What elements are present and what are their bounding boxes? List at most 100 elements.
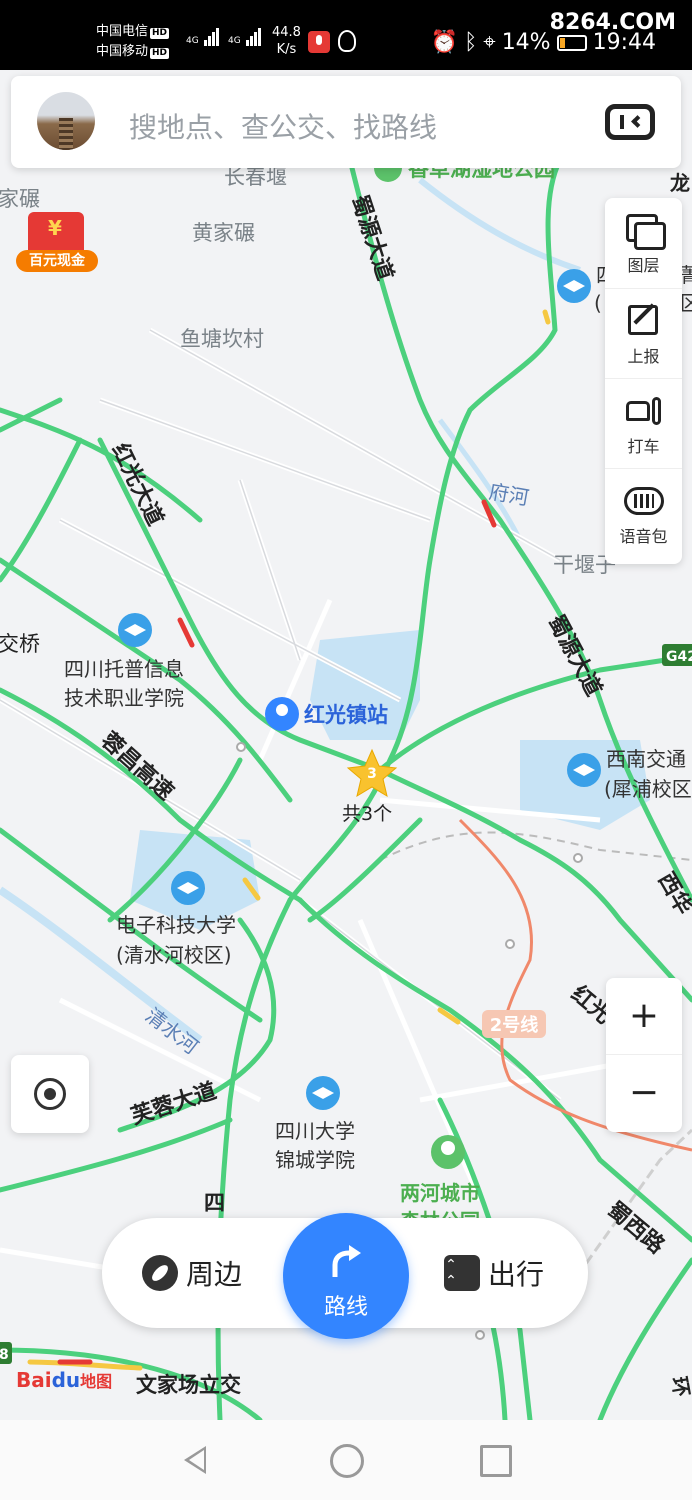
- label-school: 四川大学: [275, 1119, 355, 1143]
- metro-stop: [505, 939, 515, 949]
- status-right: ⏰ ᛒ ⌖ 14% 19:44: [431, 30, 656, 56]
- label-school: (: [594, 291, 602, 315]
- left-shield-label: 8: [0, 1347, 9, 1363]
- poi-school-icon[interactable]: [557, 269, 591, 303]
- metro-stop: [236, 742, 246, 752]
- net-type-1: 4G: [186, 36, 199, 46]
- hd-badge-2: HD: [150, 48, 170, 59]
- label-school: 技术职业学院: [64, 686, 184, 710]
- speed-unit: K/s: [276, 42, 297, 57]
- highway-shield-left: 8: [0, 1342, 12, 1364]
- voice-pack-button[interactable]: 语音包: [605, 468, 682, 559]
- qq-icon: [338, 30, 356, 52]
- signal-1: 4G: [186, 28, 220, 46]
- poi-school-icon[interactable]: [567, 753, 601, 787]
- metro-line-label: 2号线: [490, 1014, 539, 1036]
- hd-badge-1: HD: [150, 28, 170, 39]
- map-tool-panel: 图层 上报 打车 语音包: [605, 198, 682, 564]
- taxi-icon: [624, 393, 664, 429]
- compass-icon: [142, 1255, 178, 1291]
- taxi-label: 打车: [627, 437, 660, 456]
- poi-school-icon[interactable]: [306, 1076, 340, 1110]
- speed-value: 44.8: [272, 25, 301, 40]
- layers-label: 图层: [627, 256, 660, 275]
- label-road: 环: [667, 1375, 692, 1399]
- logo-map: 地图: [80, 1372, 113, 1391]
- carrier-1: 中国电信: [96, 24, 149, 39]
- nearby-label: 周边: [186, 1258, 243, 1291]
- label-school: (清水河校区): [116, 943, 232, 967]
- label-cluster: 共3个: [342, 803, 392, 825]
- zoom-control: + −: [606, 978, 682, 1132]
- voice-pack-label: 语音包: [619, 527, 668, 546]
- system-nav-bar: [0, 1420, 692, 1500]
- turn-right-arrow-icon: [332, 1245, 361, 1277]
- layers-button[interactable]: 图层: [605, 198, 682, 288]
- label-school: 锦城学院: [275, 1148, 355, 1172]
- baidu-map-logo: Baidu地图: [16, 1368, 112, 1392]
- battery-icon: [556, 35, 587, 51]
- label-school: 电子科技大学: [116, 913, 236, 937]
- poi-school-icon[interactable]: [118, 613, 152, 647]
- station-icon[interactable]: [265, 697, 299, 731]
- label-school: 四川托普信息: [64, 657, 184, 681]
- label-place: 鱼塘坎村: [180, 327, 264, 351]
- report-label: 上报: [627, 347, 660, 366]
- label-place: 交桥: [0, 632, 40, 656]
- label-place: 文家场立交: [136, 1373, 241, 1397]
- zoom-in-button[interactable]: +: [606, 978, 682, 1055]
- nearby-button[interactable]: 周边: [142, 1250, 242, 1296]
- label-place: 黄家碾: [192, 221, 255, 245]
- net-speed: 44.8 K/s: [272, 24, 301, 58]
- avatar[interactable]: [37, 92, 95, 150]
- zoom-out-button[interactable]: −: [606, 1055, 682, 1131]
- route-button[interactable]: 路线: [283, 1213, 409, 1339]
- label-road: 四: [204, 1191, 225, 1215]
- travel-button[interactable]: 出行: [444, 1250, 544, 1296]
- alarm-icon: ⏰: [430, 30, 459, 55]
- voice-assistant-icon[interactable]: [605, 104, 655, 140]
- bluetooth-icon: ᛒ: [464, 30, 478, 55]
- recent-apps-icon[interactable]: [480, 1445, 512, 1477]
- poi-park-icon[interactable]: [431, 1135, 465, 1169]
- highway-shield: G42: [662, 644, 692, 666]
- layers-icon: [624, 212, 666, 250]
- cash-promo-button[interactable]: 百元现金: [16, 204, 98, 272]
- report-button[interactable]: 上报: [605, 288, 682, 379]
- home-icon[interactable]: [330, 1444, 364, 1478]
- route-label: 路线: [323, 1295, 368, 1320]
- clock: 19:44: [592, 30, 656, 55]
- travel-label: 出行: [488, 1258, 545, 1291]
- carrier-info: 中国电信 HD 中国移动 HD: [96, 22, 170, 62]
- signal-bars-icon: [203, 28, 220, 46]
- battery-percent: 14%: [501, 30, 551, 55]
- signal-2: 4G: [228, 28, 262, 46]
- metro-stop: [573, 853, 583, 863]
- search-input[interactable]: 搜地点、查公交、找路线: [129, 106, 437, 146]
- logo-bai: Bai: [16, 1368, 52, 1392]
- metro-stop: [475, 1330, 485, 1340]
- promo-label: 百元现金: [16, 250, 98, 272]
- highway-shield-label: G42: [666, 649, 692, 665]
- location-icon: ⌖: [483, 30, 496, 55]
- back-icon[interactable]: [184, 1446, 206, 1474]
- net-type-2: 4G: [228, 36, 241, 46]
- edit-icon: [624, 303, 664, 339]
- label-school: 西南交通: [606, 747, 686, 771]
- travel-icon: [444, 1255, 480, 1291]
- carrier-2: 中国移动: [96, 44, 149, 59]
- locate-me-button[interactable]: [11, 1055, 89, 1133]
- poi-school-icon[interactable]: [171, 871, 205, 905]
- label-school: (犀浦校区: [604, 777, 692, 801]
- label-station: 红光镇站: [304, 703, 388, 727]
- label-road: 龙: [670, 171, 690, 195]
- search-bar[interactable]: 搜地点、查公交、找路线: [11, 76, 681, 168]
- label-park: 两河城市: [400, 1181, 480, 1205]
- taxi-button[interactable]: 打车: [605, 378, 682, 469]
- status-bar: 中国电信 HD 中国移动 HD 4G 4G 44.8 K/s 8264.COM ⏰ …: [0, 0, 692, 70]
- signal-bars-icon: [245, 28, 262, 46]
- mic-icon: [308, 31, 330, 53]
- cluster-count: 3: [367, 766, 377, 782]
- logo-du: du: [51, 1368, 81, 1392]
- voice-pack-icon: [623, 483, 664, 519]
